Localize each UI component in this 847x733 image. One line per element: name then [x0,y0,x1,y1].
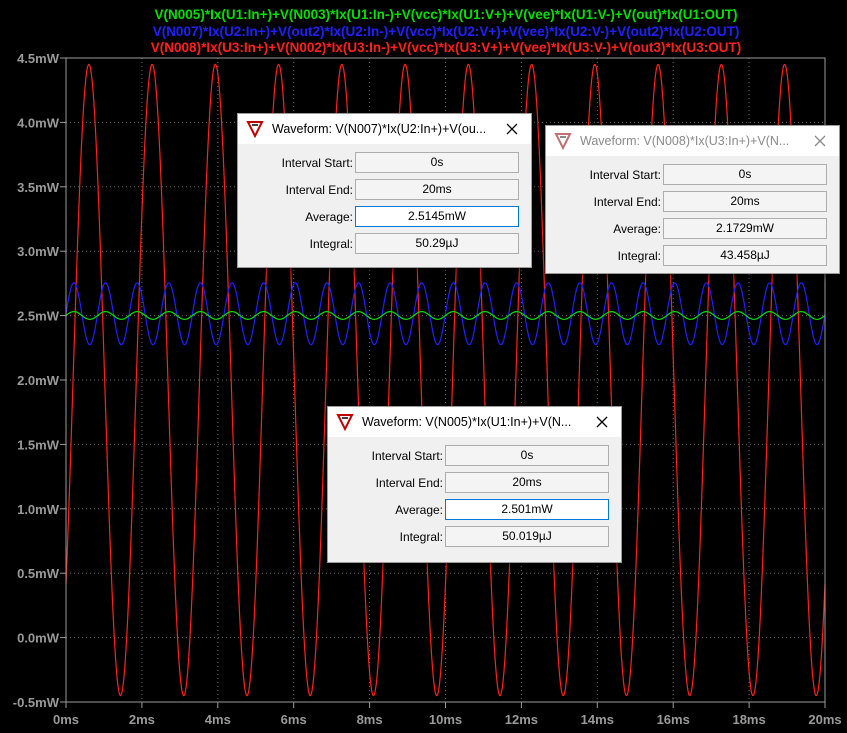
average-field[interactable]: 2.5145mW [355,206,519,227]
plot-canvas[interactable]: V(N005)*Ix(U1:In+)+V(N003)*Ix(U1:In-)+V(… [0,0,847,728]
waveform-dialog-u2: Waveform: V(N007)*Ix(U2:In+)+V(ou... Int… [237,113,532,268]
interval-start-field[interactable]: 0s [445,445,609,466]
ltspice-logo-icon [336,414,354,431]
y-tick-label: 3.5mW [17,180,60,195]
legend: V(N005)*Ix(U1:In+)+V(N003)*Ix(U1:In-)+V(… [151,7,741,55]
interval-start-field[interactable]: 0s [355,152,519,173]
y-tick-label: 1.5mW [17,437,60,452]
interval-end-field[interactable]: 20ms [663,191,827,212]
x-tick-label: 0ms [53,712,79,727]
x-tick-label: 14ms [581,712,614,727]
integral-label: Integral: [309,237,353,251]
x-axis: 0ms 2ms 4ms 6ms 8ms 10ms 12ms 14ms 16ms 18ms 20ms [53,702,842,727]
legend-trace-u2[interactable]: V(N007)*Ix(U2:In+)+V(out2)*Ix(U2:In-)+V(… [153,24,740,39]
x-tick-label: 4ms [205,712,231,727]
close-icon[interactable] [501,118,523,140]
integral-field[interactable]: 50.29µJ [355,233,519,254]
x-tick-label: 20ms [808,712,841,727]
x-tick-label: 2ms [129,712,155,727]
dialog-title-bar[interactable]: Waveform: V(N005)*Ix(U1:In+)+V(N... [328,407,621,437]
average-label: Average: [395,503,443,517]
interval-end-label: Interval End: [375,476,443,490]
average-label: Average: [613,222,661,236]
average-field[interactable]: 2.1729mW [663,218,827,239]
y-tick-label: 0.5mW [17,566,60,581]
waveform-plot[interactable]: V(N005)*Ix(U1:In+)+V(N003)*Ix(U1:In-)+V(… [0,0,847,728]
close-icon[interactable] [591,411,613,433]
interval-end-field[interactable]: 20ms [355,179,519,200]
waveform-dialog-u1: Waveform: V(N005)*Ix(U1:In+)+V(N... Inte… [327,406,622,563]
integral-label: Integral: [617,249,661,263]
dialog-title-bar[interactable]: Waveform: V(N008)*Ix(U3:In+)+V(N... [546,126,839,156]
x-tick-label: 6ms [281,712,307,727]
close-icon[interactable] [809,130,831,152]
y-tick-label: 3.0mW [17,244,60,259]
x-tick-label: 18ms [732,712,765,727]
dialog-title-bar[interactable]: Waveform: V(N007)*Ix(U2:In+)+V(ou... [238,114,531,144]
y-tick-label: 1.0mW [17,502,60,517]
interval-end-field[interactable]: 20ms [445,472,609,493]
average-label: Average: [305,210,353,224]
ltspice-logo-icon [246,121,264,138]
y-tick-label: 2.5mW [17,309,60,324]
interval-start-label: Interval Start: [589,168,661,182]
interval-start-label: Interval Start: [371,449,443,463]
interval-end-label: Interval End: [285,183,353,197]
legend-trace-u1[interactable]: V(N005)*Ix(U1:In+)+V(N003)*Ix(U1:In-)+V(… [155,7,738,22]
x-tick-label: 10ms [429,712,462,727]
y-tick-label: 2.0mW [17,373,60,388]
y-tick-label: 0.0mW [17,631,60,646]
dialog-title: Waveform: V(N005)*Ix(U1:In+)+V(N... [362,415,572,429]
waveform-dialog-u3: Waveform: V(N008)*Ix(U3:In+)+V(N... Inte… [545,125,840,274]
x-tick-label: 8ms [357,712,383,727]
y-tick-label: -0.5mW [13,695,60,710]
interval-start-field[interactable]: 0s [663,164,827,185]
integral-label: Integral: [399,530,443,544]
legend-trace-u3[interactable]: V(N008)*Ix(U3:In+)+V(N002)*Ix(U3:In-)+V(… [151,40,741,55]
average-field[interactable]: 2.501mW [445,499,609,520]
integral-field[interactable]: 43.458µJ [663,245,827,266]
dialog-title: Waveform: V(N008)*Ix(U3:In+)+V(N... [580,134,790,148]
interval-start-label: Interval Start: [281,156,353,170]
y-axis: -0.5mW 0.0mW 0.5mW 1.0mW 1.5mW 2.0mW 2.5mW 3.0m… [13,51,66,710]
y-tick-label: 4.5mW [17,51,60,66]
integral-field[interactable]: 50.019µJ [445,526,609,547]
x-tick-label: 16ms [657,712,690,727]
y-tick-label: 4.0mW [17,115,60,130]
x-tick-label: 12ms [505,712,538,727]
dialog-title: Waveform: V(N007)*Ix(U2:In+)+V(ou... [272,122,487,136]
ltspice-logo-icon [554,133,572,150]
interval-end-label: Interval End: [593,195,661,209]
